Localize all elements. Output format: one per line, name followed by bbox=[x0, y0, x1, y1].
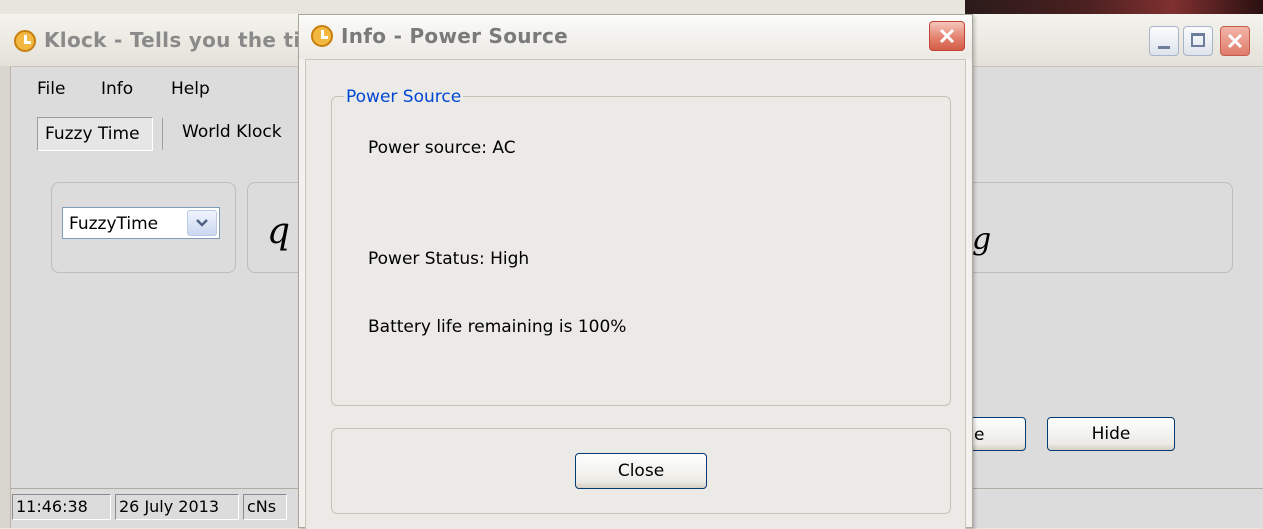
power-source-group-title: Power Source bbox=[344, 87, 464, 107]
dialog-body: Power Source Power source: AC Power Stat… bbox=[305, 59, 966, 529]
power-status-text: Power Status: High bbox=[368, 249, 530, 269]
menu-file[interactable]: File bbox=[37, 79, 65, 99]
status-extra: cNs bbox=[243, 494, 287, 520]
hide-button-label: Hide bbox=[1091, 424, 1131, 444]
close-button-label: Close bbox=[617, 461, 665, 481]
tab-fuzzy-time[interactable]: Fuzzy Time bbox=[37, 117, 153, 151]
tab-fuzzy-time-label: Fuzzy Time bbox=[45, 124, 140, 144]
menu-help[interactable]: Help bbox=[171, 79, 210, 99]
desktop-wallpaper-strip bbox=[965, 0, 1263, 14]
minimize-icon bbox=[1158, 46, 1170, 49]
combo-dropdown-button[interactable] bbox=[187, 210, 217, 236]
menu-info[interactable]: Info bbox=[101, 79, 133, 99]
fuzzy-text-left: q bbox=[267, 211, 291, 252]
close-button[interactable]: Close bbox=[575, 453, 707, 489]
combo-value: FuzzyTime bbox=[69, 214, 159, 234]
tab-divider bbox=[162, 118, 163, 150]
status-date: 26 July 2013 bbox=[115, 494, 239, 520]
window-border bbox=[0, 66, 11, 528]
power-source-text: Power source: AC bbox=[368, 138, 516, 158]
time-mode-combo[interactable]: FuzzyTime bbox=[62, 207, 220, 239]
close-icon bbox=[1227, 33, 1243, 49]
maximize-button[interactable] bbox=[1183, 26, 1213, 56]
power-source-dialog: Info - Power Source Power Source Power s… bbox=[298, 14, 973, 529]
maximize-icon bbox=[1191, 33, 1205, 47]
main-window-title: Klock - Tells you the ti bbox=[44, 28, 301, 52]
minimize-button[interactable] bbox=[1149, 26, 1179, 56]
main-partial-button-label: e bbox=[974, 425, 985, 445]
battery-life-text: Battery life remaining is 100% bbox=[368, 317, 627, 337]
fuzzy-text-right: g bbox=[972, 222, 992, 257]
close-icon bbox=[939, 28, 955, 44]
chevron-down-icon bbox=[196, 219, 208, 227]
dialog-title-bar[interactable]: Info - Power Source bbox=[299, 15, 972, 59]
status-time: 11:46:38 bbox=[12, 494, 111, 520]
main-close-button[interactable] bbox=[1220, 26, 1250, 56]
clock-icon bbox=[14, 30, 36, 52]
tab-world-klock[interactable]: World Klock bbox=[182, 122, 282, 142]
hide-button[interactable]: Hide bbox=[1047, 417, 1175, 451]
dialog-title: Info - Power Source bbox=[341, 24, 568, 48]
dialog-close-x-button[interactable] bbox=[929, 21, 965, 51]
clock-icon bbox=[311, 25, 333, 47]
desktop-background bbox=[0, 0, 1263, 14]
